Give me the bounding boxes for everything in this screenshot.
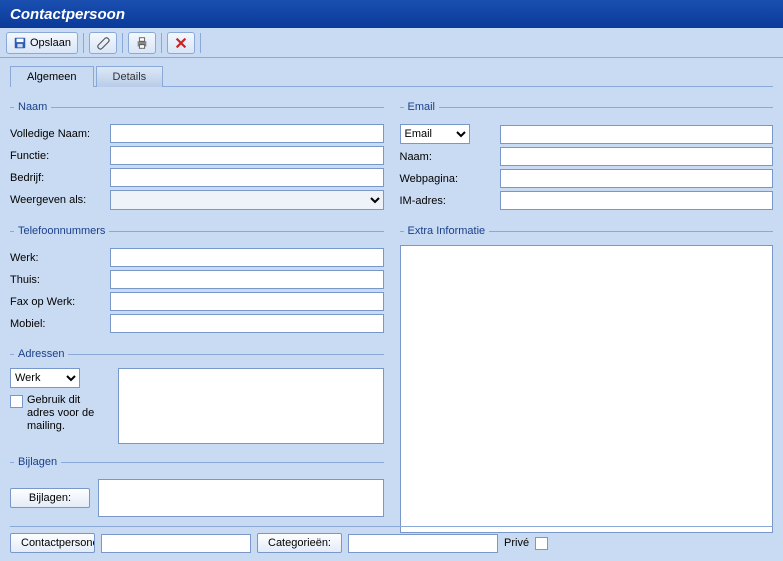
attach-button[interactable] <box>89 32 117 54</box>
print-icon <box>135 36 149 50</box>
window-title: Contactpersoon <box>10 6 125 23</box>
email-legend: Email <box>404 101 440 113</box>
mobiel-input[interactable] <box>110 314 384 333</box>
naam-fieldset: Naam Volledige Naam: Functie: Bedrijf: W… <box>10 101 384 215</box>
bottom-bar: Contactpersonen Categorieën: Privé <box>10 526 773 553</box>
right-column: Email Email Naam: Webpagina: IM-adres: E… <box>400 95 774 545</box>
bijlagen-fieldset: Bijlagen Bijlagen: <box>10 456 384 522</box>
tab-details-label: Details <box>113 71 147 83</box>
contactpersonen-label: Contactpersonen <box>21 537 95 549</box>
tab-details[interactable]: Details <box>96 66 164 87</box>
bijlagen-textarea[interactable] <box>98 479 384 517</box>
bedrijf-label: Bedrijf: <box>10 172 110 184</box>
general-panel: Naam Volledige Naam: Functie: Bedrijf: W… <box>10 87 773 553</box>
email-type-select[interactable]: Email <box>400 124 470 144</box>
weergeven-select[interactable] <box>110 190 384 210</box>
adres-fieldset: Adressen Werk Gebruik dit adres voor de … <box>10 348 384 446</box>
workspace: Algemeen Details Naam Volledige Naam: Fu… <box>0 58 783 557</box>
toolbar-separator <box>200 33 201 53</box>
categorieen-input[interactable] <box>348 534 498 553</box>
extra-fieldset: Extra Informatie <box>400 225 774 535</box>
categorieen-button[interactable]: Categorieën: <box>257 533 342 553</box>
email-input[interactable] <box>500 125 774 144</box>
mailing-label: Gebruik dit adres voor de mailing. <box>27 394 110 433</box>
email-fieldset: Email Email Naam: Webpagina: IM-adres: <box>400 101 774 215</box>
web-label: Webpagina: <box>400 173 500 185</box>
tab-strip: Algemeen Details <box>10 66 773 87</box>
tab-general[interactable]: Algemeen <box>10 66 94 87</box>
email-type-wrap: Email <box>400 124 500 144</box>
bedrijf-input[interactable] <box>110 168 384 187</box>
werk-label: Werk: <box>10 252 110 264</box>
thuis-label: Thuis: <box>10 274 110 286</box>
mailing-checkbox[interactable] <box>10 395 23 408</box>
prive-checkbox[interactable] <box>535 537 548 550</box>
mobiel-label: Mobiel: <box>10 318 110 330</box>
mailing-checkbox-row[interactable]: Gebruik dit adres voor de mailing. <box>10 394 110 433</box>
web-input[interactable] <box>500 169 774 188</box>
im-label: IM-adres: <box>400 195 500 207</box>
extra-textarea[interactable] <box>400 245 774 533</box>
save-label: Opslaan <box>30 37 71 49</box>
email-naam-label: Naam: <box>400 151 500 163</box>
tel-fieldset: Telefoonnummers Werk: Thuis: Fax op Werk… <box>10 225 384 338</box>
tel-legend: Telefoonnummers <box>14 225 109 237</box>
fax-input[interactable] <box>110 292 384 311</box>
toolbar-separator <box>83 33 84 53</box>
volledige-naam-label: Volledige Naam: <box>10 128 110 140</box>
save-button[interactable]: Opslaan <box>6 32 78 54</box>
adres-textarea[interactable] <box>118 368 384 444</box>
im-input[interactable] <box>500 191 774 210</box>
adres-legend: Adressen <box>14 348 68 360</box>
print-button[interactable] <box>128 32 156 54</box>
thuis-input[interactable] <box>110 270 384 289</box>
bijlagen-button-label: Bijlagen: <box>29 492 71 504</box>
bijlagen-button[interactable]: Bijlagen: <box>10 488 90 508</box>
extra-legend: Extra Informatie <box>404 225 490 237</box>
title-bar: Contactpersoon <box>0 0 783 28</box>
bijlagen-legend: Bijlagen <box>14 456 61 468</box>
volledige-naam-input[interactable] <box>110 124 384 143</box>
naam-legend: Naam <box>14 101 51 113</box>
categorieen-label: Categorieën: <box>268 537 331 549</box>
delete-button[interactable] <box>167 32 195 54</box>
weergeven-label: Weergeven als: <box>10 194 110 206</box>
toolbar-separator <box>122 33 123 53</box>
functie-label: Functie: <box>10 150 110 162</box>
toolbar: Opslaan <box>0 28 783 58</box>
adres-type-select[interactable]: Werk <box>10 368 80 388</box>
delete-icon <box>174 36 188 50</box>
werk-input[interactable] <box>110 248 384 267</box>
toolbar-separator <box>161 33 162 53</box>
save-icon <box>13 36 27 50</box>
functie-input[interactable] <box>110 146 384 165</box>
left-column: Naam Volledige Naam: Functie: Bedrijf: W… <box>10 95 384 545</box>
tab-general-label: Algemeen <box>27 71 77 83</box>
fax-label: Fax op Werk: <box>10 296 110 308</box>
contactpersonen-button[interactable]: Contactpersonen <box>10 533 95 553</box>
paperclip-icon <box>96 36 110 50</box>
email-naam-input[interactable] <box>500 147 774 166</box>
contactpersonen-input[interactable] <box>101 534 251 553</box>
prive-label: Privé <box>504 537 529 549</box>
